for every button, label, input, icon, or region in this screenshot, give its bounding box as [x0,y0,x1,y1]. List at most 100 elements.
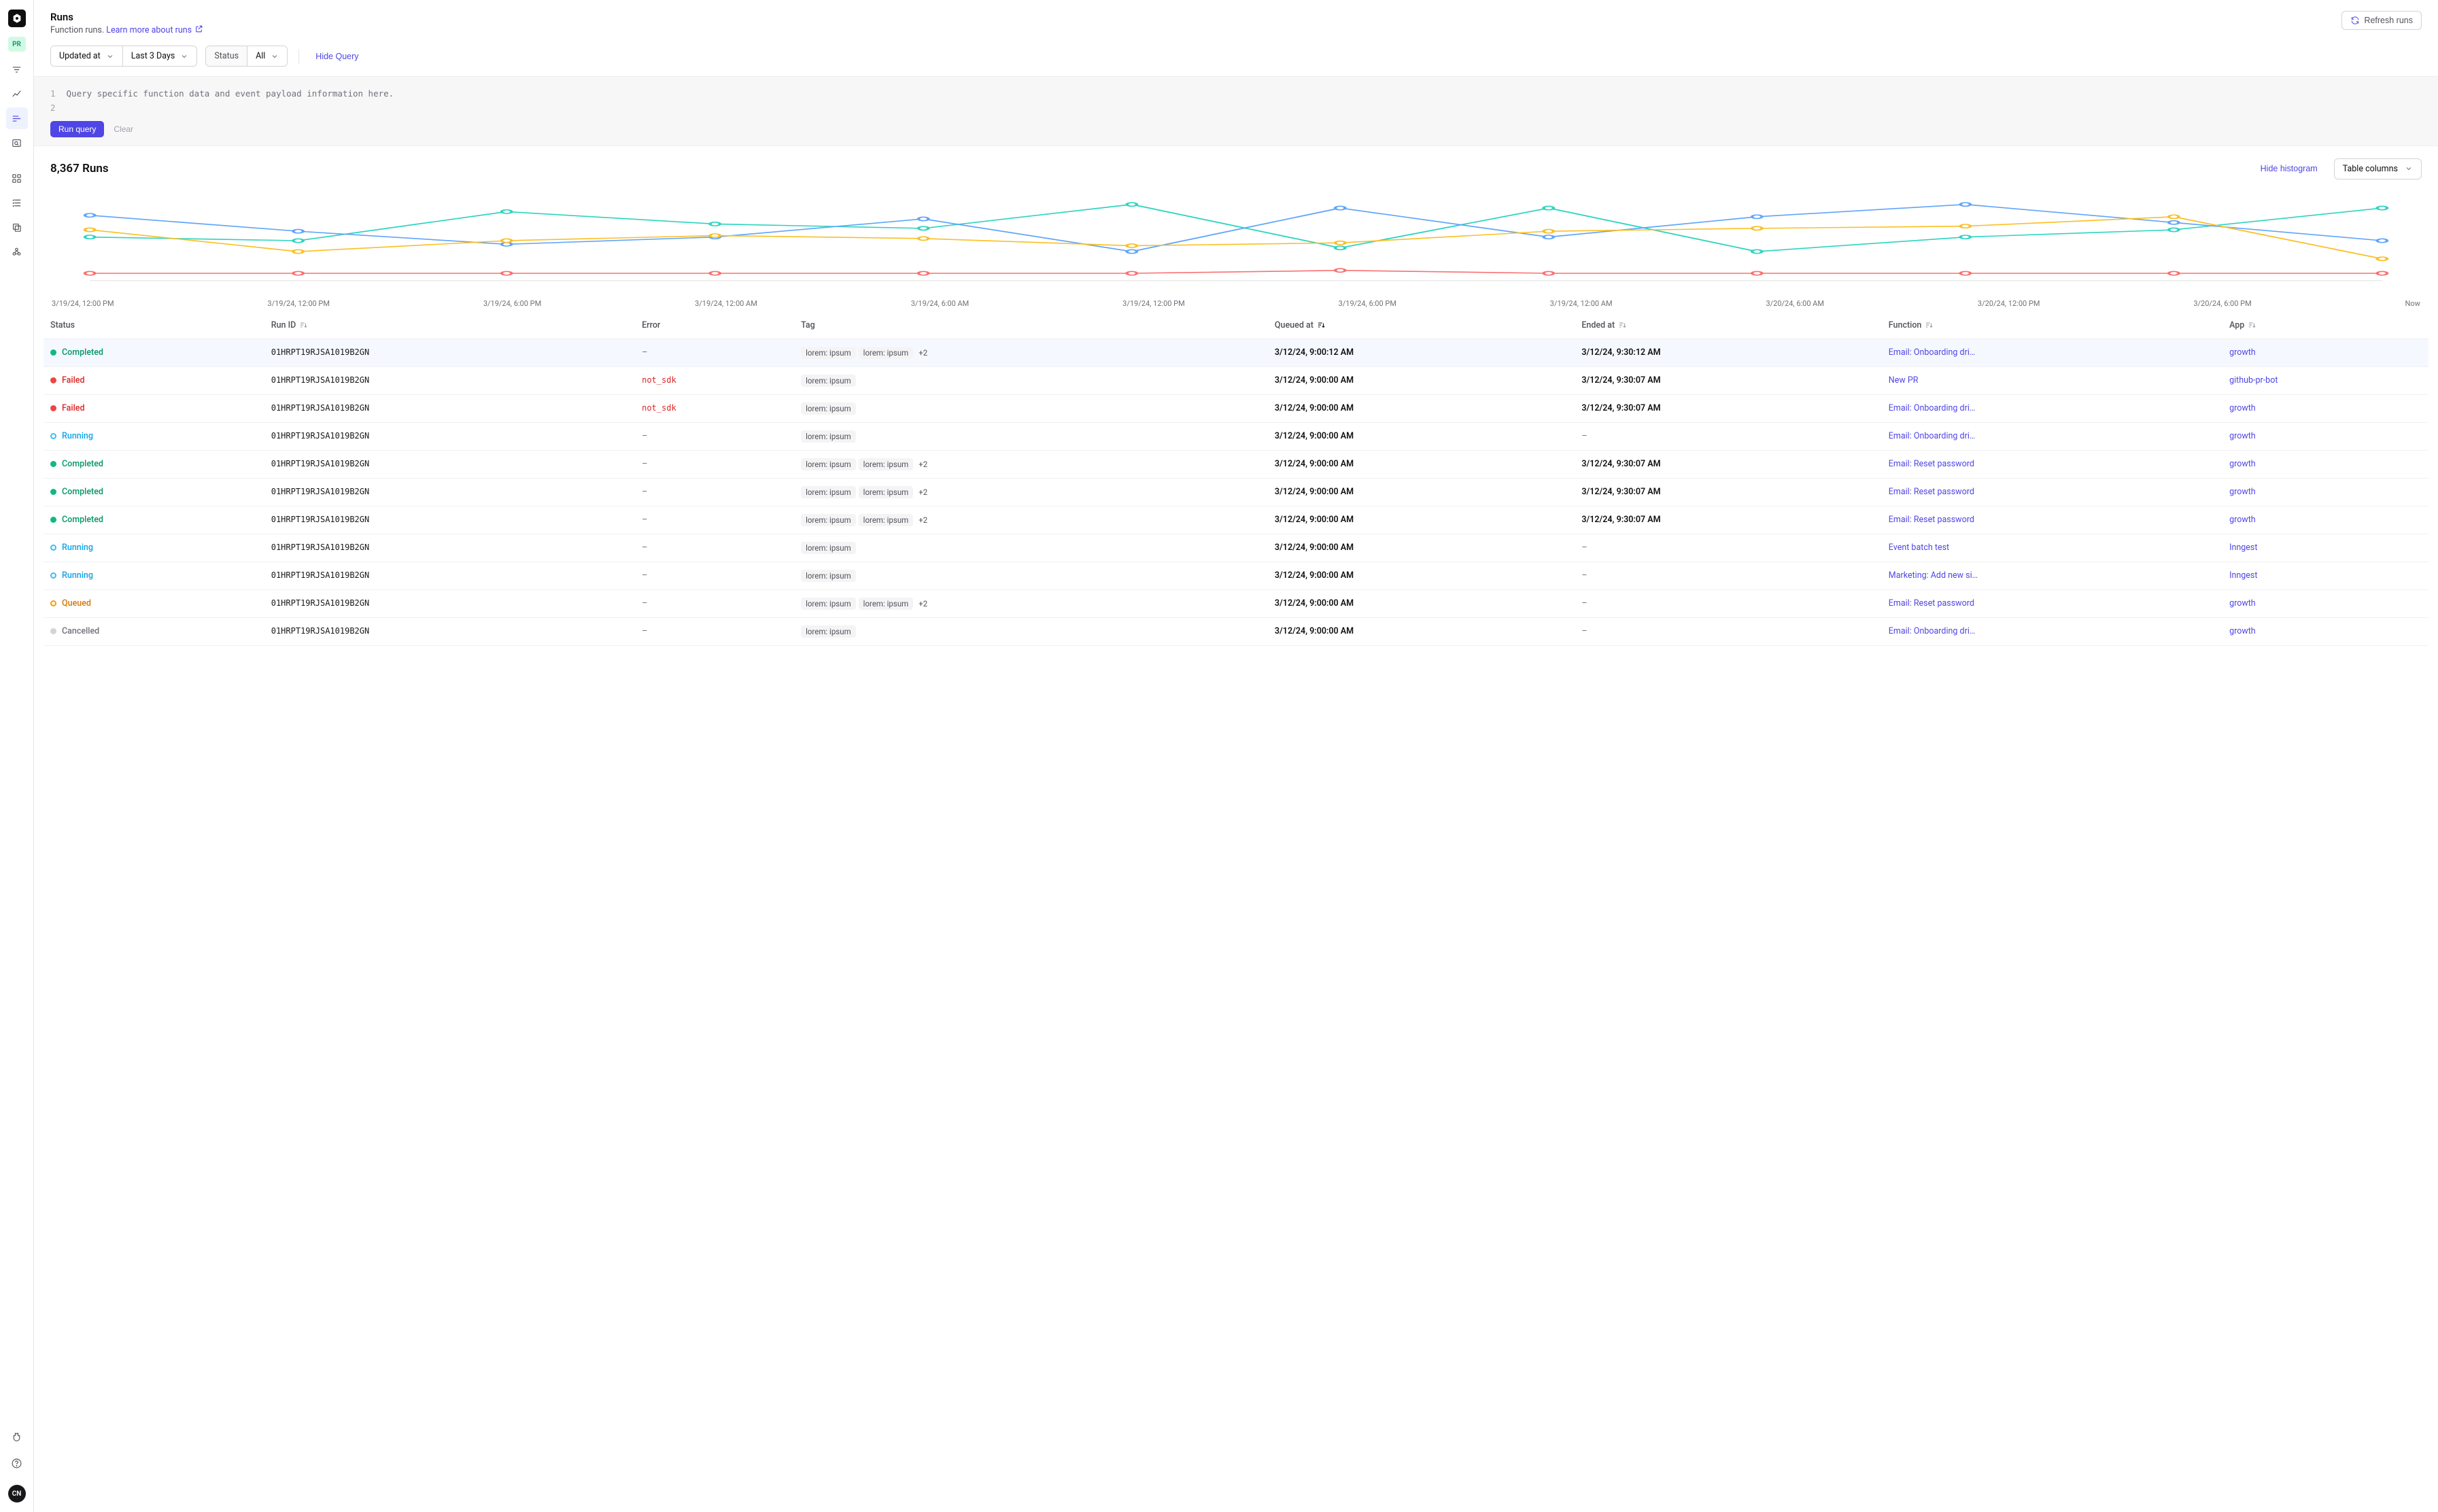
status-text: Completed [62,459,103,469]
tag-pill: lorem: ipsum [801,347,856,359]
tag-pill: lorem: ipsum [801,598,856,610]
app-link[interactable]: growth [2229,626,2256,636]
nav-apps-icon[interactable] [6,167,28,189]
function-link[interactable]: Email: Onboarding dri… [1889,431,1984,441]
run-id: 01HRPT19RJSA1019B2GN [271,403,370,413]
nav-help-icon[interactable] [6,1452,28,1474]
page-subtitle: Function runs. Learn more about runs [50,24,203,36]
error-value: – [642,431,647,441]
nav-runs-icon[interactable] [6,107,28,129]
error-value: – [642,459,647,469]
function-link[interactable]: New PR [1889,375,1984,385]
user-avatar[interactable]: CN [8,1485,26,1502]
table-row[interactable]: Running01HRPT19RJSA1019B2GN–lorem: ipsum… [44,534,2428,562]
function-link[interactable]: Email: Reset password [1889,487,1984,497]
refresh-button[interactable]: Refresh runs [2341,11,2422,30]
app-link[interactable]: growth [2229,487,2256,497]
status-text: Running [62,570,93,581]
table-row[interactable]: Running01HRPT19RJSA1019B2GN–lorem: ipsum… [44,562,2428,589]
nav-power-icon[interactable] [6,1426,28,1448]
app-link[interactable]: growth [2229,598,2256,608]
table-columns-select[interactable]: Table columns [2334,158,2422,179]
app-link[interactable]: growth [2229,515,2256,525]
learn-more-link[interactable]: Learn more about runs [106,25,203,35]
col-status[interactable]: Status [44,312,264,339]
app-link[interactable]: growth [2229,431,2256,441]
chevron-down-icon [2405,165,2413,173]
filter-updated-at[interactable]: Updated at [51,46,122,66]
error-value: – [642,347,647,358]
nav-search-icon[interactable] [6,132,28,154]
hide-histogram-button[interactable]: Hide histogram [2255,160,2323,177]
tag-more: +2 [916,598,930,610]
status-text: Failed [62,403,85,413]
table-row[interactable]: Completed01HRPT19RJSA1019B2GN–lorem: ips… [44,478,2428,506]
col-function[interactable]: Function [1882,312,2222,339]
app-link[interactable]: Inngest [2229,570,2257,581]
nav-filters-icon[interactable] [6,58,28,80]
tag-pill: lorem: ipsum [859,598,914,610]
env-badge[interactable]: PR [8,37,26,52]
col-run-id[interactable]: Run ID [264,312,635,339]
table-row[interactable]: Queued01HRPT19RJSA1019B2GN–lorem: ipsuml… [44,589,2428,617]
ended-at: – [1581,431,1587,441]
app-link[interactable]: growth [2229,459,2256,469]
queued-at: 3/12/24, 9:00:00 AM [1275,431,1354,441]
table-row[interactable]: Completed01HRPT19RJSA1019B2GN–lorem: ips… [44,339,2428,366]
refresh-icon [2350,16,2360,25]
app-link[interactable]: growth [2229,347,2256,358]
function-link[interactable]: Email: Reset password [1889,459,1984,469]
table-row[interactable]: Failed01HRPT19RJSA1019B2GNnot_sdklorem: … [44,366,2428,394]
app-link[interactable]: growth [2229,403,2256,413]
clear-query-button[interactable]: Clear [114,124,133,134]
run-id: 01HRPT19RJSA1019B2GN [271,515,370,524]
table-row[interactable]: Completed01HRPT19RJSA1019B2GN–lorem: ips… [44,450,2428,478]
app-link[interactable]: Inngest [2229,543,2257,553]
col-queued-at[interactable]: Queued at [1268,312,1575,339]
tag-pill: lorem: ipsum [801,570,856,582]
nav-layers-icon[interactable] [6,216,28,238]
ended-at: 3/12/24, 9:30:07 AM [1581,459,1660,469]
status-text: Running [62,543,93,553]
chevron-down-icon [180,52,188,61]
chevron-down-icon [271,52,279,61]
status-text: Cancelled [62,626,99,636]
table-row[interactable]: Running01HRPT19RJSA1019B2GN–lorem: ipsum… [44,422,2428,450]
sort-icon [298,320,308,330]
function-link[interactable]: Marketing: Add new si… [1889,570,1984,581]
function-link[interactable]: Email: Reset password [1889,515,1984,525]
function-link[interactable]: Email: Onboarding dri… [1889,626,1984,636]
col-app[interactable]: App [2222,312,2428,339]
table-row[interactable]: Completed01HRPT19RJSA1019B2GN–lorem: ips… [44,506,2428,534]
queued-at: 3/12/24, 9:00:00 AM [1275,515,1354,525]
table-row[interactable]: Cancelled01HRPT19RJSA1019B2GN–lorem: ips… [44,617,2428,645]
function-link[interactable]: Email: Onboarding dri… [1889,347,1984,358]
tag-pill: lorem: ipsum [801,542,856,554]
nav-metrics-icon[interactable] [6,83,28,105]
col-error[interactable]: Error [635,312,794,339]
error-value: not_sdk [642,403,676,413]
run-query-button[interactable]: Run query [50,121,104,137]
error-value: – [642,487,647,497]
nav-steps-icon[interactable] [6,192,28,213]
app-link[interactable]: github-pr-bot [2229,375,2278,385]
col-ended-at[interactable]: Ended at [1575,312,1881,339]
tag-more: +2 [916,514,930,526]
queued-at: 3/12/24, 9:00:00 AM [1275,626,1354,636]
error-value: – [642,543,647,553]
table-row[interactable]: Failed01HRPT19RJSA1019B2GNnot_sdklorem: … [44,394,2428,422]
sort-icon [1924,320,1934,330]
function-link[interactable]: Email: Reset password [1889,598,1984,608]
query-input[interactable]: Query specific function data and event p… [67,86,394,116]
status-text: Failed [62,375,85,385]
hide-query-button[interactable]: Hide Query [310,48,364,65]
col-tag[interactable]: Tag [794,312,1268,339]
filter-status-value[interactable]: All [247,46,287,66]
tag-pill: lorem: ipsum [801,375,856,387]
nav-webhooks-icon[interactable] [6,241,28,262]
function-link[interactable]: Event batch test [1889,543,1984,553]
tag-pill: lorem: ipsum [801,458,856,470]
logo[interactable] [8,10,26,27]
function-link[interactable]: Email: Onboarding dri… [1889,403,1984,413]
filter-date-range[interactable]: Last 3 Days [122,46,197,66]
